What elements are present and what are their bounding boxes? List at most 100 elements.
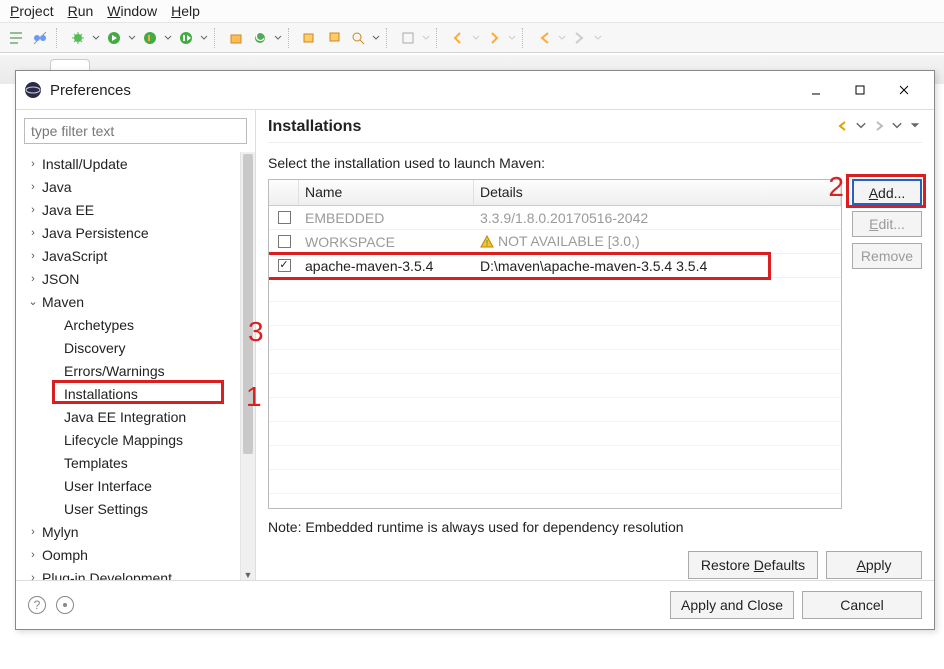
tree-item-user-settings[interactable]: User Settings [16,497,255,520]
tree-item-lifecycle-mappings[interactable]: Lifecycle Mappings [16,428,255,451]
cancel-button[interactable]: Cancel [802,591,922,619]
preferences-tree[interactable]: ›Install/Update›Java›Java EE›Java Persis… [16,152,255,580]
nav-back-menu-icon[interactable] [854,119,868,136]
tree-item-label: Archetypes [64,317,134,333]
tree-item-discovery[interactable]: Discovery [16,336,255,359]
row-name: WORKSPACE [299,234,474,250]
chevron-right-icon[interactable]: › [26,227,40,239]
tree-item-java-persistence[interactable]: ›Java Persistence [16,221,255,244]
nav-back-icon[interactable] [448,28,468,48]
tree-item-oomph[interactable]: ›Oomph [16,543,255,566]
nav-fwd-menu-icon[interactable] [890,119,904,136]
row-checkbox[interactable] [278,211,291,224]
tree-item-plug-in-development[interactable]: ›Plug-in Development [16,566,255,580]
toolbar-drop-a[interactable] [422,34,430,42]
chevron-right-icon[interactable]: › [26,572,40,581]
fwd-history-icon[interactable] [570,28,590,48]
table-row[interactable]: EMBEDDED3.3.9/1.8.0.20170516-2042 [269,206,841,230]
tree-item-java-ee[interactable]: ›Java EE [16,198,255,221]
apply-and-close-button[interactable]: Apply and Close [670,591,794,619]
close-button[interactable] [882,77,926,103]
tree-item-label: User Interface [64,478,152,494]
scroll-down-icon[interactable]: ▼ [241,570,255,580]
tree-item-archetypes[interactable]: Archetypes [16,313,255,336]
help-icon[interactable]: ? [28,596,46,614]
back-history-drop[interactable] [558,34,566,42]
apply-button[interactable]: Apply [826,551,922,579]
tree-item-install-update[interactable]: ›Install/Update [16,152,255,175]
view-menu-icon[interactable] [908,119,922,136]
nav-fwd-drop[interactable] [508,34,516,42]
new-package-icon[interactable] [226,28,246,48]
tree-item-maven[interactable]: ⌄Maven [16,290,255,313]
tree-item-user-interface[interactable]: User Interface [16,474,255,497]
run-last-dropdown-icon[interactable] [200,34,208,42]
coverage-icon[interactable] [140,28,160,48]
menu-run[interactable]: Run [68,3,94,19]
search-dropdown-icon[interactable] [372,34,380,42]
filter-box [24,118,247,144]
maximize-button[interactable] [838,77,882,103]
tree-scrollbar[interactable]: ▲ ▼ [240,152,255,580]
empty-row [269,398,841,422]
chevron-down-icon[interactable]: ⌄ [26,295,40,308]
scrollbar-thumb[interactable] [243,154,253,454]
nav-back-drop[interactable] [472,34,480,42]
nav-arrows [836,119,922,136]
nav-fwd-icon[interactable] [872,119,886,136]
tree-item-label: Install/Update [42,156,128,172]
tree-item-java[interactable]: ›Java [16,175,255,198]
tree-item-java-ee-integration[interactable]: Java EE Integration [16,405,255,428]
tree-item-installations[interactable]: Installations [16,382,255,405]
run-icon[interactable] [104,28,124,48]
new-class-icon[interactable]: C [250,28,270,48]
open-task-icon[interactable] [324,28,344,48]
menu-project[interactable]: Project [10,3,54,19]
tree-item-label: Java EE [42,202,94,218]
tree-item-errors-warnings[interactable]: Errors/Warnings [16,359,255,382]
restore-defaults-button[interactable]: Restore Defaults [688,551,818,579]
chevron-right-icon[interactable]: › [26,526,40,538]
import-export-icon[interactable] [56,596,74,614]
table-row[interactable]: apache-maven-3.5.4D:\maven\apache-maven-… [269,254,841,278]
row-checkbox[interactable] [278,235,291,248]
minimize-button[interactable] [794,77,838,103]
run-dropdown-icon[interactable] [128,34,136,42]
col-name[interactable]: Name [299,180,474,205]
toolbar-btn-1[interactable] [6,28,26,48]
table-header: Name Details [269,180,841,206]
row-checkbox[interactable] [278,259,291,272]
chevron-right-icon[interactable]: › [26,181,40,193]
fwd-history-drop[interactable] [594,34,602,42]
tree-item-mylyn[interactable]: ›Mylyn [16,520,255,543]
nav-fwd-toolbar-icon[interactable] [484,28,504,48]
run-last-icon[interactable] [176,28,196,48]
debug-icon[interactable] [68,28,88,48]
menu-window[interactable]: Window [107,3,157,19]
open-type-icon[interactable] [300,28,320,48]
skip-breakpoints-icon[interactable] [30,28,50,48]
debug-dropdown-icon[interactable] [92,34,100,42]
tree-item-templates[interactable]: Templates [16,451,255,474]
tree-item-json[interactable]: ›JSON [16,267,255,290]
menu-help[interactable]: Help [171,3,200,19]
chevron-right-icon[interactable]: › [26,250,40,262]
add-button[interactable]: Add... [852,179,922,205]
tree-item-javascript[interactable]: ›JavaScript [16,244,255,267]
table-row[interactable]: WORKSPACENOT AVAILABLE [3.0,) [269,230,841,254]
chevron-right-icon[interactable]: › [26,158,40,170]
coverage-dropdown-icon[interactable] [164,34,172,42]
chevron-right-icon[interactable]: › [26,549,40,561]
chevron-right-icon[interactable]: › [26,204,40,216]
row-name: apache-maven-3.5.4 [299,258,474,274]
chevron-right-icon[interactable]: › [26,273,40,285]
toolbar-btn-a[interactable] [398,28,418,48]
nav-back-icon[interactable] [836,119,850,136]
tree-item-label: Errors/Warnings [64,363,165,379]
back-history-icon[interactable] [534,28,554,48]
installations-buttons: Add... Edit... Remove [852,179,922,509]
col-details[interactable]: Details [474,180,841,205]
filter-input[interactable] [25,119,246,143]
new-class-dropdown-icon[interactable] [274,34,282,42]
search-icon[interactable] [348,28,368,48]
